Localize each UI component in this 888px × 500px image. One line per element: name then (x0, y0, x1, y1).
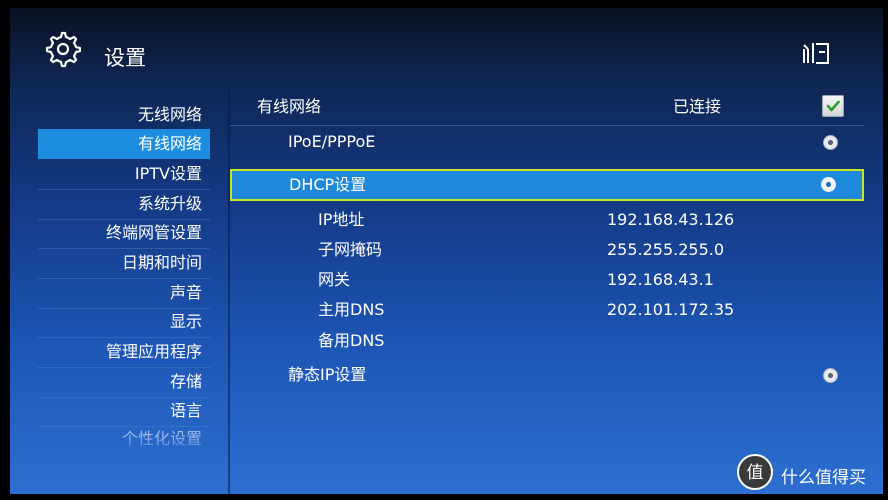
tv-icon[interactable] (801, 40, 831, 66)
tv-settings-screen: 设置 无线网络 有线网络 IPTV设置 系统升级 终端网管设置 日期和时间 声音 (10, 8, 883, 494)
sidebar-item-label: 管理应用程序 (105, 342, 202, 361)
settings-sidebar: 无线网络 有线网络 IPTV设置 系统升级 终端网管设置 日期和时间 声音 显示… (10, 90, 228, 494)
option-dhcp[interactable]: DHCP设置 (230, 169, 864, 201)
option-label: 静态IP设置 (288, 365, 367, 384)
wired-network-toggle-row[interactable]: 有线网络 已连接 (230, 92, 864, 126)
detail-value: 192.168.43.1 (607, 270, 714, 289)
sidebar-item-personalization[interactable]: 个性化设置 (38, 424, 210, 454)
detail-row: 网关 192.168.43.1 (230, 265, 864, 295)
sidebar-item-storage[interactable]: 存储 (38, 367, 210, 398)
sidebar-item-label: 有线网络 (137, 134, 202, 153)
detail-label: IP地址 (318, 210, 365, 229)
detail-row: 主用DNS 202.101.172.35 (230, 295, 864, 325)
detail-label: 网关 (318, 270, 351, 289)
svg-text:值: 值 (747, 463, 764, 483)
sidebar-item-label: 日期和时间 (121, 253, 202, 272)
sidebar-item-label: 语言 (169, 401, 202, 420)
detail-value: 202.101.172.35 (607, 300, 735, 319)
watermark-logo: 值 (737, 454, 773, 490)
sidebar-item-display[interactable]: 显示 (38, 307, 210, 338)
zhi-logo-icon: 值 (747, 463, 764, 483)
page-title: 设置 (104, 46, 146, 70)
sidebar-item-iptv[interactable]: IPTV设置 (38, 159, 210, 190)
detail-label: 备用DNS (318, 331, 385, 350)
connection-status: 已连接 (673, 97, 722, 116)
wired-enabled-checkbox[interactable] (822, 95, 844, 117)
sidebar-item-label: 系统升级 (137, 194, 202, 213)
sidebar-item-terminal-management[interactable]: 终端网管设置 (38, 218, 210, 249)
gear-icon (45, 31, 81, 68)
option-label: DHCP设置 (289, 175, 367, 194)
sidebar-item-system-upgrade[interactable]: 系统升级 (38, 189, 210, 220)
detail-row: 子网掩码 255.255.255.0 (230, 235, 864, 265)
sidebar-item-wired[interactable]: 有线网络 (38, 129, 210, 159)
check-icon (826, 100, 840, 112)
sidebar-item-label: 无线网络 (137, 105, 202, 124)
sidebar-item-wireless[interactable]: 无线网络 (38, 100, 210, 131)
sidebar-item-manage-apps[interactable]: 管理应用程序 (38, 337, 210, 368)
sidebar-item-label: 显示 (169, 312, 202, 331)
sidebar-item-label: 终端网管设置 (105, 223, 202, 242)
sidebar-item-label: 个性化设置 (121, 429, 202, 448)
sidebar-item-language[interactable]: 语言 (38, 396, 210, 427)
detail-label: 子网掩码 (318, 240, 383, 259)
sidebar-item-sound[interactable]: 声音 (38, 278, 210, 309)
option-label: IPoE/PPPoE (288, 132, 376, 151)
detail-label: 主用DNS (318, 300, 385, 319)
detail-row: 备用DNS (230, 326, 864, 356)
detail-row: IP地址 192.168.43.126 (230, 205, 864, 235)
detail-value: 255.255.255.0 (607, 240, 725, 259)
sidebar-item-label: 存储 (169, 372, 202, 391)
wired-network-label: 有线网络 (257, 97, 322, 116)
option-static-ip[interactable]: 静态IP设置 (230, 360, 864, 390)
ipoe-radio[interactable] (823, 135, 838, 150)
sidebar-item-label: 声音 (169, 283, 202, 302)
sidebar-item-date-time[interactable]: 日期和时间 (38, 248, 210, 279)
sidebar-item-label: IPTV设置 (134, 164, 202, 183)
static-ip-radio[interactable] (823, 368, 838, 383)
option-ipoe-pppoe[interactable]: IPoE/PPPoE (230, 127, 864, 157)
detail-value: 192.168.43.126 (607, 210, 735, 229)
wired-network-panel: 有线网络 已连接 IPoE/PPPoE DHCP设置 IP地址 192.168.… (230, 90, 883, 494)
dhcp-radio[interactable] (821, 177, 836, 192)
header: 设置 (10, 8, 883, 96)
watermark-text: 什么值得买 (781, 468, 866, 488)
